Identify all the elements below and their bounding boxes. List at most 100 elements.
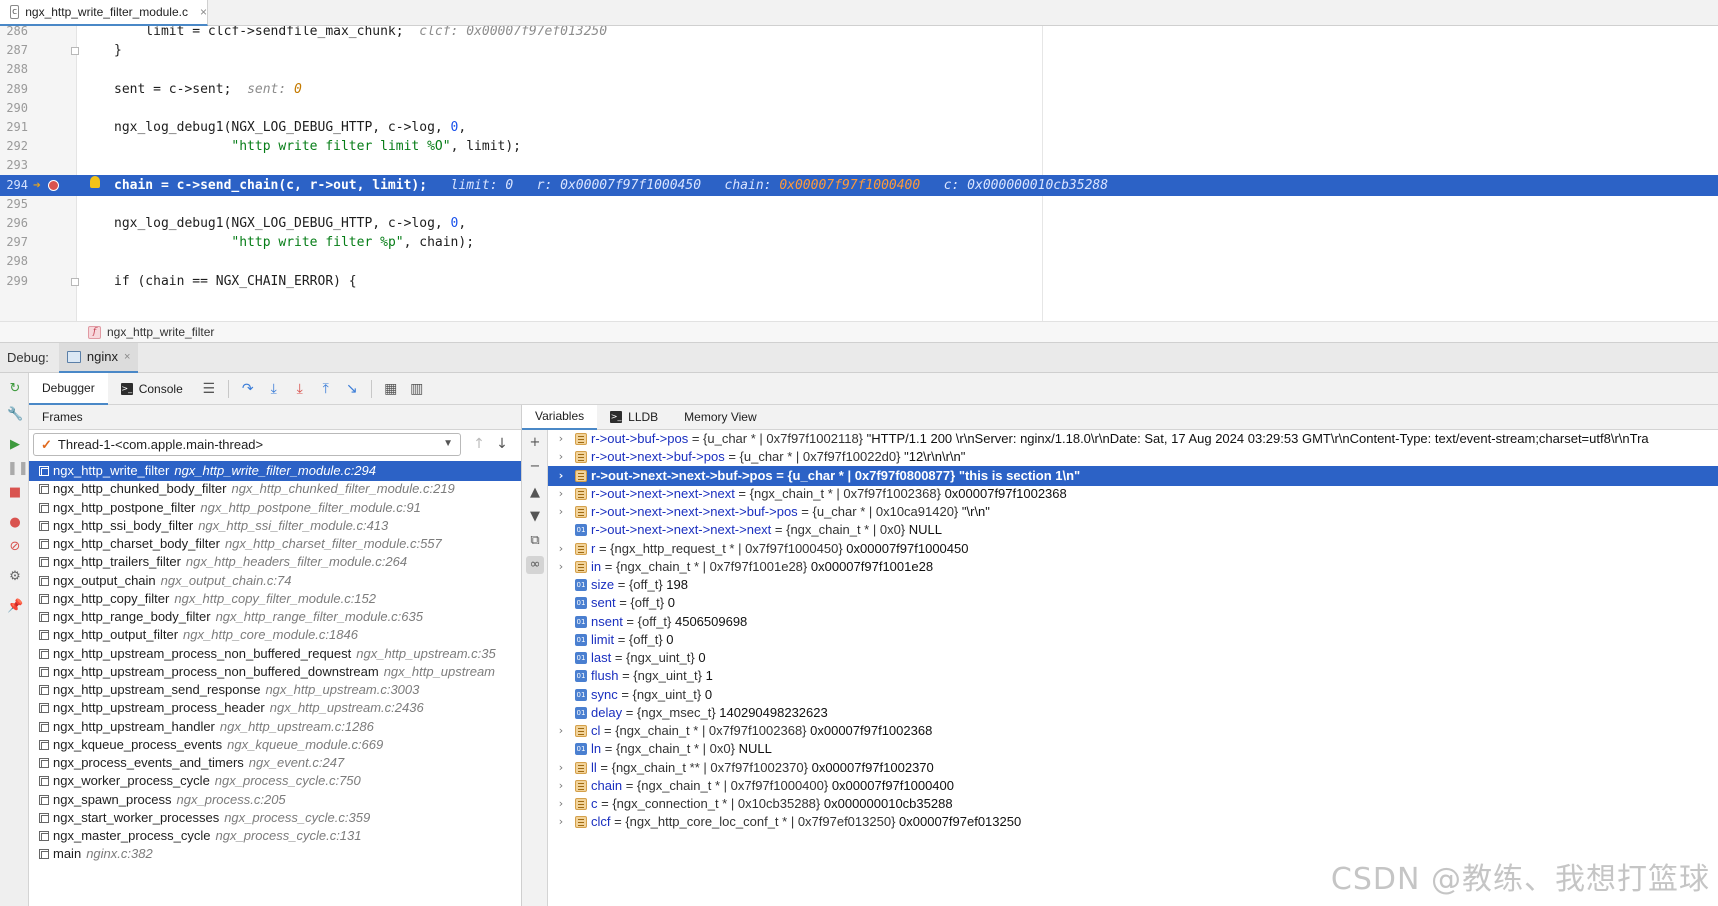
variable-row[interactable]: › r = {ngx_http_request_t * | 0x7f97f1000…	[548, 539, 1718, 559]
code-line[interactable]: 297 "http write filter %p", chain);	[0, 232, 1718, 253]
run-to-cursor-icon[interactable]: ↘	[339, 378, 365, 400]
wrench-icon[interactable]: 🔧	[7, 407, 23, 423]
frame-up-icon[interactable]: ↑	[470, 435, 488, 453]
rerun-icon[interactable]: ↻	[7, 381, 23, 397]
variable-row[interactable]: › r->out->buf->pos = {u_char * | 0x7f97f1…	[548, 430, 1718, 449]
variable-row[interactable]: 01 flush = {ngx_uint_t} 1	[548, 666, 1718, 686]
variable-row[interactable]: 01 limit = {off_t} 0	[548, 630, 1718, 650]
chevron-right-icon[interactable]: ›	[555, 447, 567, 467]
move-up-icon[interactable]: ▲	[526, 484, 544, 502]
copy-icon[interactable]: ⧉	[526, 532, 544, 550]
code-line[interactable]: 294 ➔ chain = c->send_chain(c, r->out, lim…	[0, 174, 1718, 196]
pause-icon[interactable]: ❚❚	[7, 461, 29, 477]
layout-icon[interactable]: ▥	[404, 378, 430, 400]
code-line[interactable]: 293	[0, 155, 1718, 176]
frame-row[interactable]: ngx_kqueue_process_events ngx_kqueue_modu…	[29, 735, 521, 755]
variable-row[interactable]: › r->out->next->buf->pos = {u_char * | 0x…	[548, 447, 1718, 467]
resume-icon[interactable]: ▶	[7, 437, 23, 453]
variable-row[interactable]: › c = {ngx_connection_t * | 0x10cb35288} …	[548, 794, 1718, 814]
breakpoint-icon[interactable]	[48, 179, 59, 191]
menu-icon[interactable]: ☰	[196, 378, 222, 400]
frame-row[interactable]: ngx_http_write_filter ngx_http_write_filt…	[29, 461, 521, 481]
remove-watch-icon[interactable]: −	[526, 458, 544, 476]
frame-down-icon[interactable]: ↓	[493, 435, 511, 453]
tab-variables[interactable]: Variables	[522, 404, 598, 430]
gear-icon[interactable]: ⚙	[7, 569, 23, 585]
chevron-right-icon[interactable]: ›	[555, 776, 567, 796]
add-watch-icon[interactable]: +	[526, 434, 544, 452]
variable-row[interactable]: › cl = {ngx_chain_t * | 0x7f97f1002368} 0…	[548, 721, 1718, 741]
frame-row[interactable]: ngx_spawn_process ngx_process.c:205	[29, 790, 521, 810]
editor-tab-active[interactable]: c ngx_http_write_filter_module.c ×	[0, 0, 208, 26]
fold-marker-icon[interactable]	[71, 47, 79, 56]
variable-row[interactable]: 01 last = {ngx_uint_t} 0	[548, 648, 1718, 668]
variable-row[interactable]: › r->out->next->next->next = {ngx_chain_t…	[548, 484, 1718, 504]
code-line[interactable]: 298	[0, 251, 1718, 272]
chevron-right-icon[interactable]: ›	[555, 812, 567, 832]
thread-selector[interactable]: ✓ Thread-1-<com.apple.main-thread> ▼	[33, 433, 461, 456]
chevron-right-icon[interactable]: ›	[555, 484, 567, 504]
code-line[interactable]: 288	[0, 59, 1718, 80]
variable-row[interactable]: 01 delay = {ngx_msec_t} 140290498232623	[548, 703, 1718, 723]
show-watches-icon[interactable]: ∞	[526, 556, 544, 574]
frame-row[interactable]: ngx_http_ssi_body_filter ngx_http_ssi_fil…	[29, 516, 521, 536]
evaluate-expression-icon[interactable]: ▦	[378, 378, 404, 400]
variable-row[interactable]: › r->out->next->next->buf->pos = {u_char …	[548, 465, 1718, 486]
chevron-right-icon[interactable]: ›	[555, 721, 567, 741]
frame-row[interactable]: ngx_worker_process_cycle ngx_process_cycl…	[29, 771, 521, 791]
frame-row[interactable]: main nginx.c:382	[29, 844, 521, 864]
tab-console[interactable]: >_ Console	[108, 373, 196, 405]
tab-debugger[interactable]: Debugger	[29, 372, 108, 405]
chevron-right-icon[interactable]: ›	[555, 502, 567, 522]
code-editor[interactable]: 286 limit = clcf->sendfile_max_chunk; cl…	[0, 26, 1718, 321]
frame-row[interactable]: ngx_http_upstream_send_response ngx_http_…	[29, 680, 521, 700]
view-breakpoints-icon[interactable]: ●	[7, 515, 23, 531]
frame-row[interactable]: ngx_http_range_body_filter ngx_http_range…	[29, 607, 521, 627]
step-into-icon[interactable]: ⤓	[261, 378, 287, 400]
debug-session-tab[interactable]: nginx ×	[58, 342, 139, 373]
close-icon[interactable]: ×	[200, 5, 207, 19]
tab-lldb[interactable]: >_ LLDB	[597, 405, 671, 430]
force-step-into-icon[interactable]: ⤓	[287, 378, 313, 400]
breadcrumb[interactable]: f ngx_http_write_filter	[0, 321, 1718, 343]
chevron-right-icon[interactable]: ›	[555, 430, 567, 449]
code-line[interactable]: 296 ngx_log_debug1(NGX_LOG_DEBUG_HTTP, c-…	[0, 213, 1718, 234]
frame-row[interactable]: ngx_http_upstream_process_non_buffered_d…	[29, 662, 521, 682]
frame-list[interactable]: ngx_http_write_filter ngx_http_write_filt…	[29, 459, 521, 906]
code-line[interactable]: 287}	[0, 40, 1718, 61]
variable-row[interactable]: › r->out->next->next->next->buf->pos = {u…	[548, 502, 1718, 522]
frame-row[interactable]: ngx_http_upstream_process_header ngx_http…	[29, 698, 521, 718]
chevron-right-icon[interactable]: ›	[555, 794, 567, 814]
breadcrumb-function[interactable]: ngx_http_write_filter	[107, 325, 214, 339]
mute-breakpoints-icon[interactable]: ⊘	[7, 539, 23, 555]
tab-memory-view[interactable]: Memory View	[671, 405, 769, 430]
variable-row[interactable]: 01 nsent = {off_t} 4506509698	[548, 612, 1718, 632]
chevron-right-icon[interactable]: ›	[555, 466, 567, 486]
stop-icon[interactable]: ■	[7, 485, 23, 501]
variable-row[interactable]: 01 sent = {off_t} 0	[548, 593, 1718, 613]
frame-row[interactable]: ngx_master_process_cycle ngx_process_cycl…	[29, 826, 521, 846]
frame-row[interactable]: ngx_output_chain ngx_output_chain.c:74	[29, 571, 521, 591]
step-out-icon[interactable]: ⤒	[313, 378, 339, 400]
variable-row[interactable]: 01 ln = {ngx_chain_t * | 0x0} NULL	[548, 739, 1718, 759]
chevron-right-icon[interactable]: ›	[555, 539, 567, 559]
variable-row[interactable]: 01 sync = {ngx_uint_t} 0	[548, 685, 1718, 705]
code-line[interactable]: 289 sent = c->sent; sent: 0	[0, 79, 1718, 100]
variables-tree[interactable]: › r->out->buf->pos = {u_char * | 0x7f97f1…	[548, 430, 1718, 906]
chevron-right-icon[interactable]: ›	[555, 758, 567, 778]
frame-row[interactable]: ngx_http_trailers_filter ngx_http_headers…	[29, 552, 521, 572]
frame-row[interactable]: ngx_http_output_filter ngx_http_core_modu…	[29, 625, 521, 645]
frame-row[interactable]: ngx_http_upstream_handler ngx_http_upstre…	[29, 717, 521, 737]
code-line[interactable]: 291 ngx_log_debug1(NGX_LOG_DEBUG_HTTP, c-…	[0, 117, 1718, 138]
step-over-icon[interactable]: ↷	[235, 378, 261, 400]
pin-icon[interactable]: 📌	[7, 599, 23, 615]
frame-row[interactable]: ngx_http_charset_body_filter ngx_http_cha…	[29, 534, 521, 554]
variable-row[interactable]: › ll = {ngx_chain_t ** | 0x7f97f1002370} …	[548, 758, 1718, 778]
lightbulb-icon[interactable]	[90, 175, 100, 188]
variable-row[interactable]: › clcf = {ngx_http_core_loc_conf_t * | 0x…	[548, 812, 1718, 832]
code-line[interactable]: 295	[0, 194, 1718, 215]
close-icon[interactable]: ×	[124, 351, 130, 363]
code-line[interactable]: 290	[0, 98, 1718, 119]
frame-row[interactable]: ngx_http_postpone_filter ngx_http_postpon…	[29, 498, 521, 518]
code-line[interactable]: 292 "http write filter limit %O", limit)…	[0, 136, 1718, 157]
